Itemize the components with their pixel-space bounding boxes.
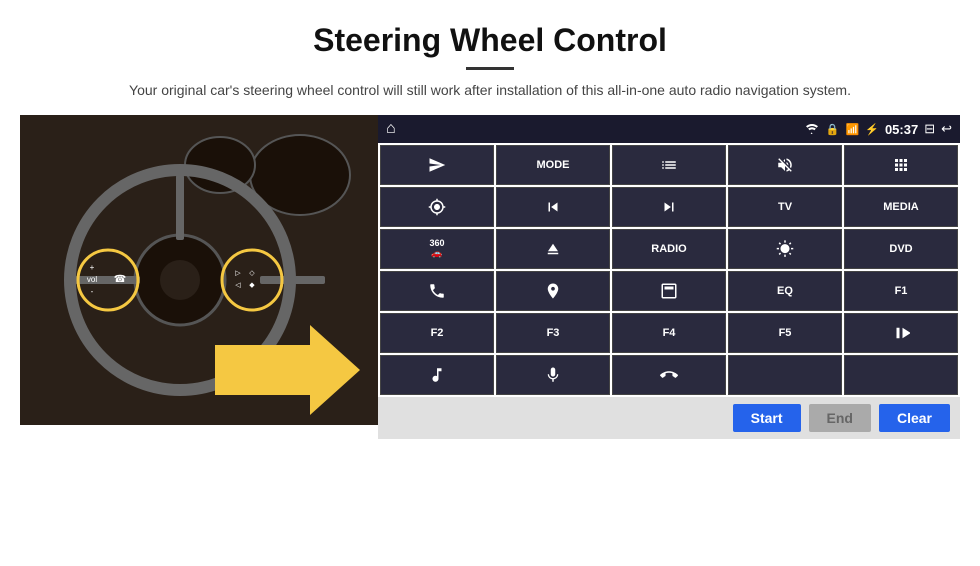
sim-icon: 📶 xyxy=(846,123,860,136)
back-icon[interactable]: ↩ xyxy=(941,121,952,137)
dvd-button[interactable]: DVD xyxy=(844,229,958,269)
empty-2 xyxy=(844,355,958,395)
mic-button[interactable] xyxy=(496,355,610,395)
svg-text:☎: ☎ xyxy=(114,274,126,285)
phone-button[interactable] xyxy=(380,271,494,311)
call-end-button[interactable] xyxy=(612,355,726,395)
music-button[interactable] xyxy=(380,355,494,395)
page-title: Steering Wheel Control xyxy=(0,22,980,59)
list-button[interactable] xyxy=(612,145,726,185)
f2-button[interactable]: F2 xyxy=(380,313,494,353)
f4-button[interactable]: F4 xyxy=(612,313,726,353)
brightness-button[interactable] xyxy=(728,229,842,269)
content-area: + vol - ☎ ▷ ◇ ◁ ◆ ⌂ 🔒 📶 ⚡ 0 xyxy=(20,115,960,439)
svg-text:-: - xyxy=(91,287,94,296)
f3-button[interactable]: F3 xyxy=(496,313,610,353)
wifi-icon xyxy=(804,122,820,137)
cam360-button[interactable]: 360🚗 xyxy=(380,229,494,269)
status-time: 05:37 xyxy=(885,122,918,137)
mute-button[interactable] xyxy=(728,145,842,185)
start-button[interactable]: Start xyxy=(733,404,801,432)
end-button[interactable]: End xyxy=(809,404,871,432)
home-icon[interactable]: ⌂ xyxy=(386,120,396,138)
status-bar: ⌂ 🔒 📶 ⚡ 05:37 ⊟ ↩ xyxy=(378,115,960,143)
svg-text:vol: vol xyxy=(87,275,97,284)
status-icons: 🔒 📶 ⚡ 05:37 ⊟ ↩ xyxy=(804,121,952,137)
prev-button[interactable] xyxy=(496,187,610,227)
lock-icon: 🔒 xyxy=(826,123,840,136)
eq-button[interactable]: EQ xyxy=(728,271,842,311)
bottom-bar: Start End Clear xyxy=(378,397,960,439)
empty-1 xyxy=(728,355,842,395)
mode-button[interactable]: MODE xyxy=(496,145,610,185)
radio-button[interactable]: RADIO xyxy=(612,229,726,269)
nav-button[interactable] xyxy=(496,271,610,311)
page-subtitle: Your original car's steering wheel contr… xyxy=(60,80,920,101)
settings-button[interactable] xyxy=(380,187,494,227)
control-panel: ⌂ 🔒 📶 ⚡ 05:37 ⊟ ↩ MODE xyxy=(378,115,960,439)
screen-icon: ⊟ xyxy=(924,121,935,137)
f5-button[interactable]: F5 xyxy=(728,313,842,353)
f1-button[interactable]: F1 xyxy=(844,271,958,311)
next-button[interactable] xyxy=(612,187,726,227)
media-button[interactable]: MEDIA xyxy=(844,187,958,227)
svg-text:◁: ◁ xyxy=(235,282,241,289)
screen-mirror-button[interactable] xyxy=(612,271,726,311)
svg-text:+: + xyxy=(90,263,95,272)
playpause-button[interactable] xyxy=(844,313,958,353)
apps-button[interactable] xyxy=(844,145,958,185)
clear-button[interactable]: Clear xyxy=(879,404,950,432)
car-image: + vol - ☎ ▷ ◇ ◁ ◆ xyxy=(20,115,378,425)
eject-button[interactable] xyxy=(496,229,610,269)
send-button[interactable] xyxy=(380,145,494,185)
bt-icon: ⚡ xyxy=(865,123,879,136)
svg-text:◇: ◇ xyxy=(249,270,255,277)
tv-button[interactable]: TV xyxy=(728,187,842,227)
title-divider xyxy=(466,67,514,70)
button-grid: MODE TV MEDIA 360🚗 xyxy=(378,143,960,397)
svg-text:◆: ◆ xyxy=(249,282,255,289)
svg-text:▷: ▷ xyxy=(235,270,241,277)
